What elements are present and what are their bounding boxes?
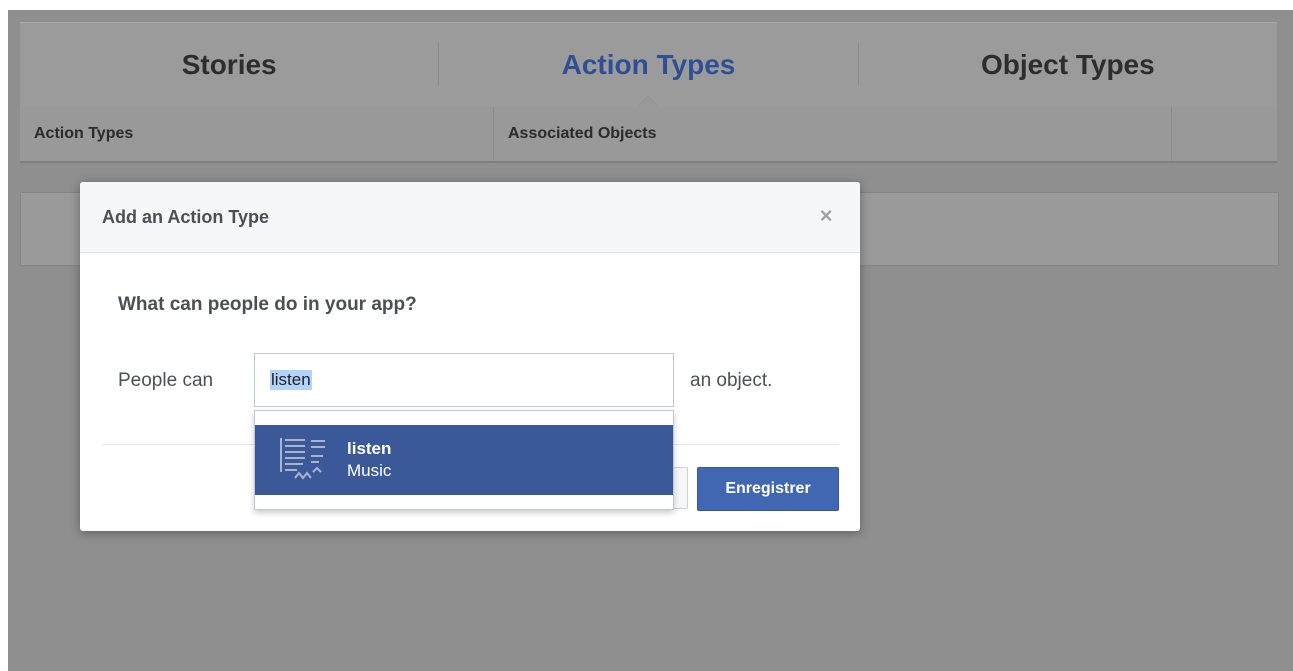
autocomplete-option-listen[interactable]: listen Music (255, 425, 673, 495)
tab-bar: Stories Action Types Object Types (20, 22, 1277, 108)
column-header-extra (1172, 107, 1277, 161)
save-button[interactable]: Enregistrer (697, 467, 839, 511)
close-icon[interactable]: × (814, 204, 838, 228)
tab-stories[interactable]: Stories (20, 23, 438, 107)
tab-action-types[interactable]: Action Types (439, 23, 857, 108)
table-header: Action Types Associated Objects (20, 107, 1277, 163)
sentence-suffix: an object. (690, 370, 773, 391)
column-header-associated-objects: Associated Objects (494, 107, 1172, 161)
dialog-header: Add an Action Type × (80, 182, 860, 253)
page-overlay: Stories Action Types Object Types Action… (8, 10, 1293, 671)
tab-action-types-label: Action Types (561, 49, 736, 80)
autocomplete-dropdown: listen Music (254, 410, 674, 510)
column-header-action-types: Action Types (20, 107, 494, 161)
autocomplete-option-text: listen Music (347, 438, 391, 482)
action-type-input[interactable]: listen (254, 353, 674, 407)
tab-object-types[interactable]: Object Types (859, 23, 1277, 107)
sentence-prefix: People can (118, 370, 214, 391)
tab-stories-label: Stories (181, 49, 277, 80)
autocomplete-option-subtitle: Music (347, 461, 392, 480)
column-header-associated-objects-label: Associated Objects (508, 125, 657, 142)
tab-object-types-label: Object Types (980, 49, 1155, 80)
dialog-title: Add an Action Type (102, 206, 270, 227)
action-type-input-value: listen (270, 370, 312, 390)
add-action-type-dialog: Add an Action Type × What can people do … (80, 182, 860, 531)
music-list-icon (280, 438, 325, 480)
dialog-question: What can people do in your app? (118, 294, 417, 315)
column-header-action-types-label: Action Types (34, 125, 134, 142)
autocomplete-option-title: listen (347, 439, 392, 458)
